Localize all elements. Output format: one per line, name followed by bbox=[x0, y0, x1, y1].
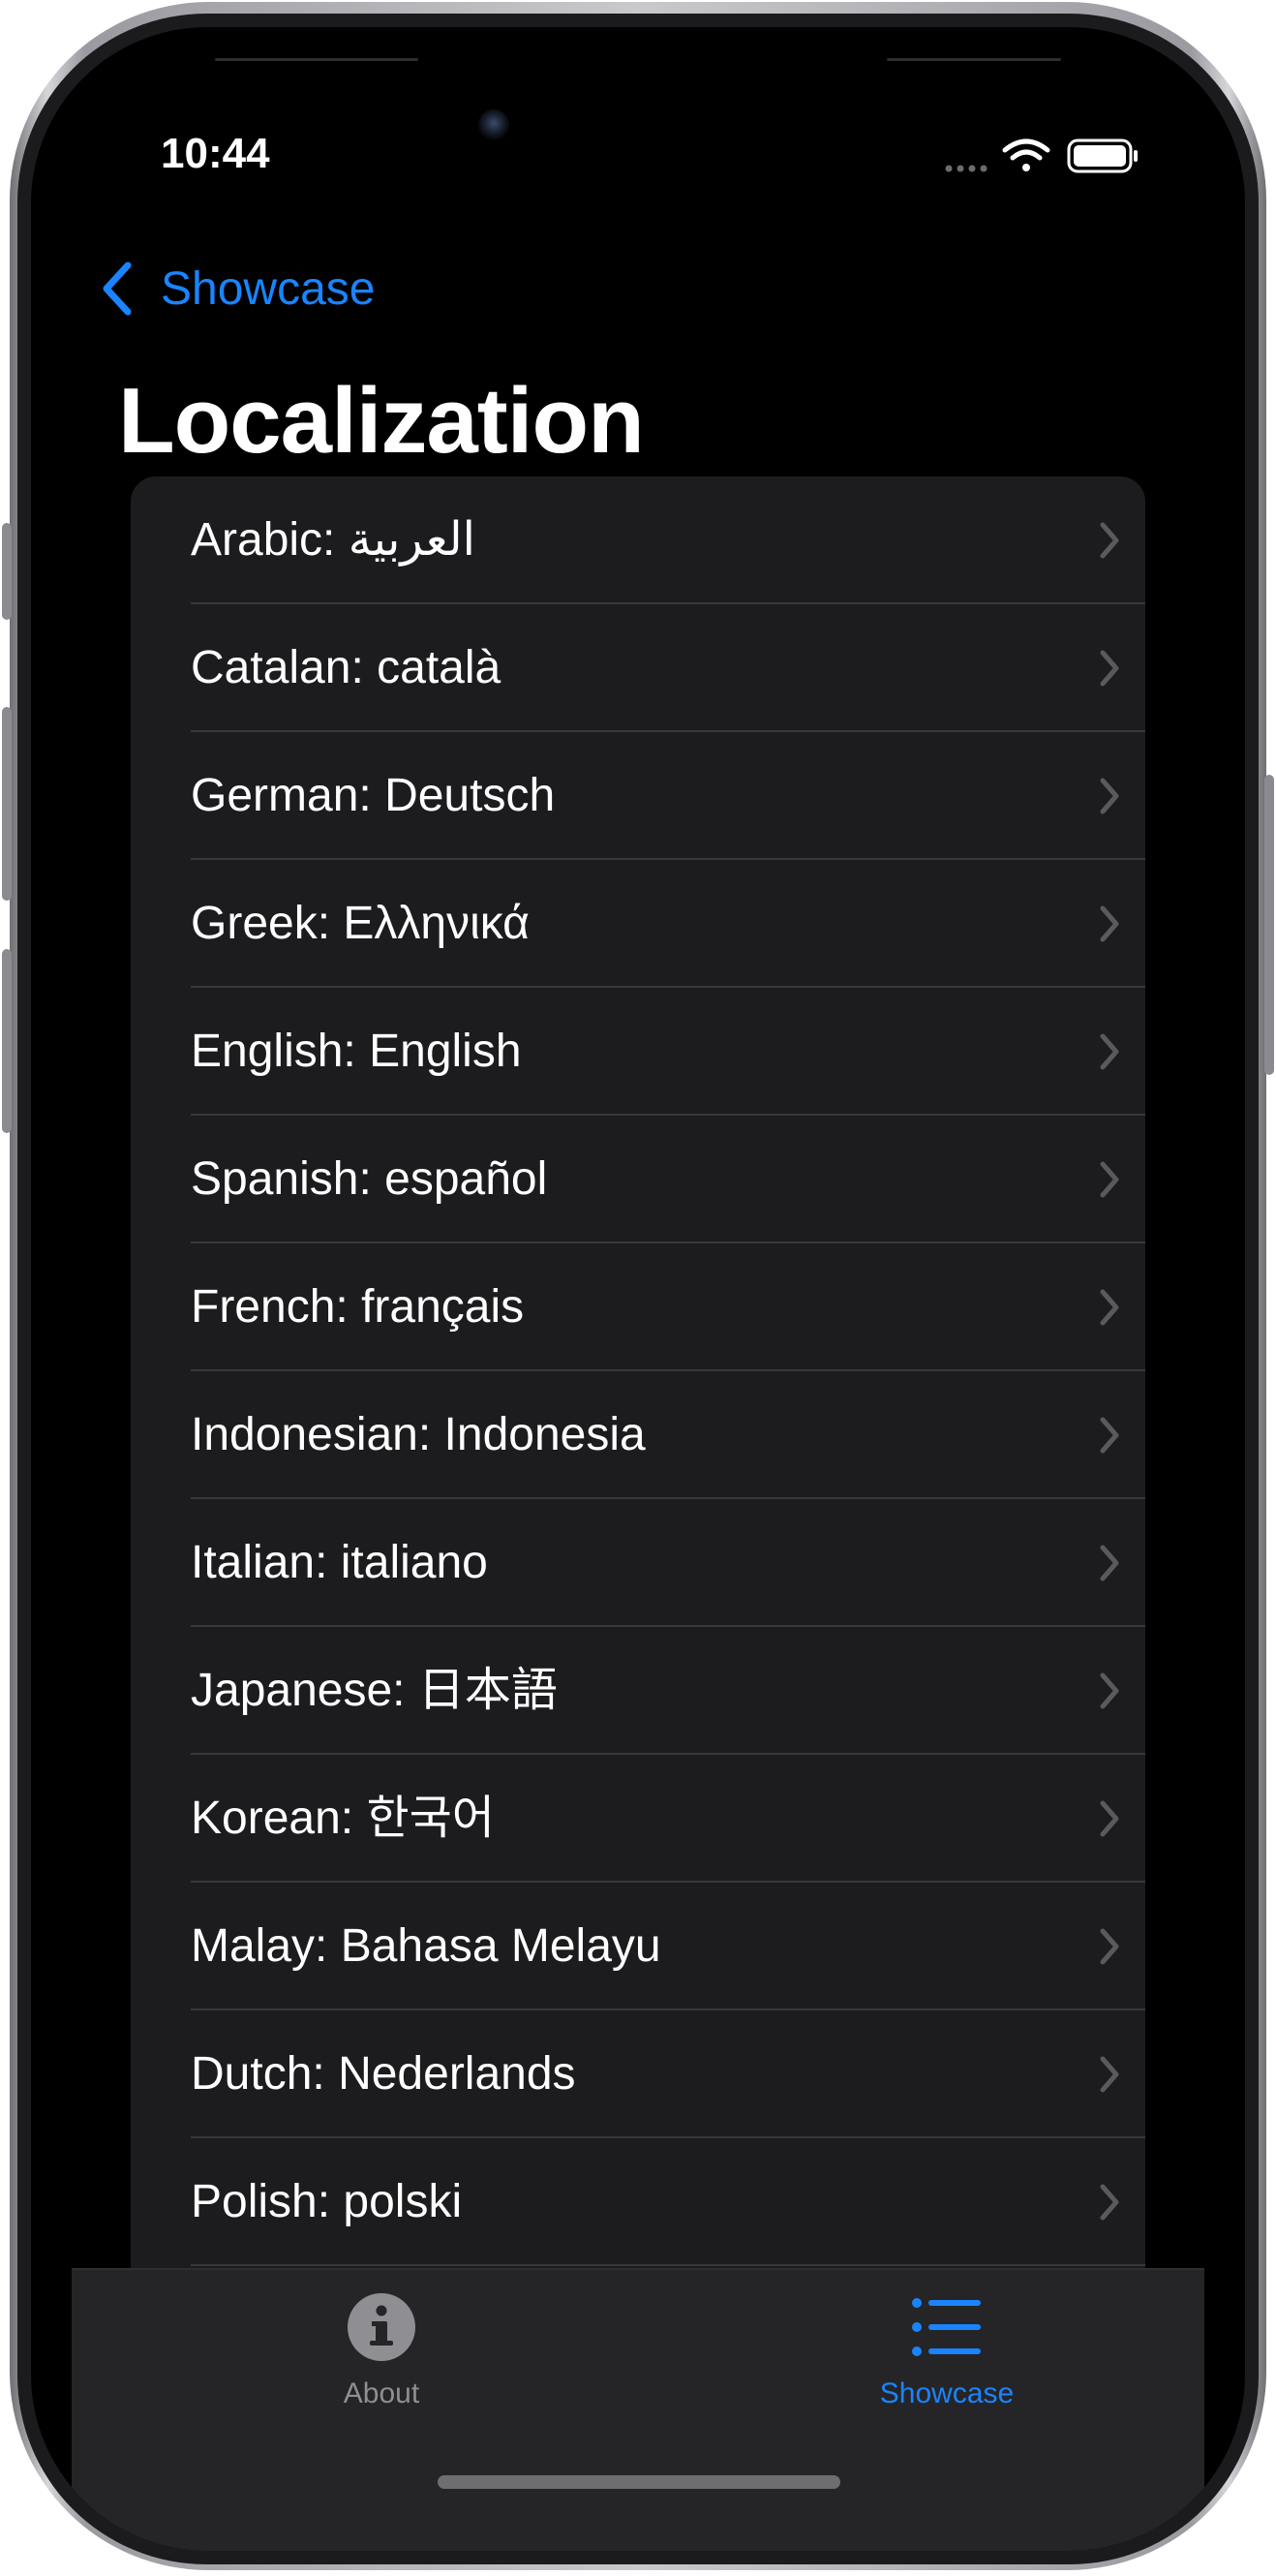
chevron-right-icon bbox=[1100, 1417, 1119, 1454]
back-button-label: Showcase bbox=[161, 262, 376, 315]
power-button bbox=[1264, 775, 1274, 1075]
chevron-right-icon bbox=[1100, 2184, 1119, 2221]
tab-showcase-label: Showcase bbox=[879, 2377, 1015, 2409]
list-item[interactable]: French: français bbox=[131, 1243, 1145, 1371]
list-item-label: Dutch: Nederlands bbox=[191, 2048, 576, 2100]
chevron-right-icon bbox=[1100, 1672, 1119, 1709]
list-icon bbox=[912, 2298, 981, 2356]
list-item-label: Malay: Bahasa Melayu bbox=[191, 1920, 661, 1972]
list-item[interactable]: Indonesian: Indonesia bbox=[131, 1371, 1145, 1499]
list-item[interactable]: Arabic: العربية bbox=[131, 476, 1145, 604]
cellular-signal-icon bbox=[945, 165, 987, 172]
list-item[interactable]: Greek: Ελληνικά bbox=[131, 860, 1145, 988]
page-title: Localization bbox=[118, 369, 645, 473]
chevron-right-icon bbox=[1100, 522, 1119, 559]
list-item[interactable]: Italian: italiano bbox=[131, 1499, 1145, 1627]
list-item-label: Catalan: català bbox=[191, 642, 501, 693]
info-circle-icon bbox=[348, 2293, 415, 2361]
status-time: 10:44 bbox=[161, 130, 270, 177]
list-item[interactable]: Polish: polski bbox=[131, 2138, 1145, 2266]
volume-down-button bbox=[2, 949, 12, 1133]
list-item-label: Arabic: العربية bbox=[191, 514, 475, 566]
battery-icon bbox=[1067, 138, 1138, 173]
screen: 10:44 Showcase Localization Arabic: العر… bbox=[31, 27, 1245, 2551]
tab-showcase[interactable]: Showcase bbox=[802, 2291, 1092, 2456]
speaker-left bbox=[215, 58, 418, 61]
list-item-label: French: français bbox=[191, 1281, 525, 1333]
chevron-right-icon bbox=[1100, 905, 1119, 942]
list-item[interactable]: Spanish: español bbox=[131, 1116, 1145, 1243]
chevron-right-icon bbox=[1100, 2056, 1119, 2093]
action-button bbox=[2, 523, 12, 620]
list-item-label: Indonesian: Indonesia bbox=[191, 1409, 646, 1460]
list-item[interactable]: German: Deutsch bbox=[131, 732, 1145, 860]
row-separator bbox=[191, 2264, 1145, 2266]
list-item-label: Spanish: español bbox=[191, 1153, 548, 1205]
chevron-left-icon bbox=[103, 261, 132, 316]
speaker-right bbox=[887, 58, 1061, 61]
language-list: Arabic: العربية Catalan: català German: … bbox=[131, 476, 1145, 2316]
tab-about-label: About bbox=[343, 2377, 420, 2409]
back-button[interactable]: Showcase bbox=[101, 254, 375, 323]
home-indicator bbox=[438, 2475, 840, 2489]
list-item[interactable]: Dutch: Nederlands bbox=[131, 2010, 1145, 2138]
chevron-right-icon bbox=[1100, 1545, 1119, 1581]
list-item-label: Greek: Ελληνικά bbox=[191, 898, 530, 949]
list-item[interactable]: Korean: 한국어 bbox=[131, 1755, 1145, 1883]
list-item-label: Korean: 한국어 bbox=[191, 1793, 495, 1844]
list-item-label: German: Deutsch bbox=[191, 770, 556, 821]
chevron-right-icon bbox=[1100, 1033, 1119, 1070]
chevron-right-icon bbox=[1100, 1289, 1119, 1326]
chevron-right-icon bbox=[1100, 1161, 1119, 1198]
front-camera bbox=[478, 109, 509, 140]
chevron-right-icon bbox=[1100, 650, 1119, 687]
list-item[interactable]: English: English bbox=[131, 988, 1145, 1116]
tab-bar: About Showcase bbox=[72, 2268, 1204, 2551]
list-item-label: Italian: italiano bbox=[191, 1537, 488, 1588]
chevron-right-icon bbox=[1100, 1928, 1119, 1965]
chevron-right-icon bbox=[1100, 1800, 1119, 1837]
list-item[interactable]: Japanese: 日本語 bbox=[131, 1627, 1145, 1755]
list-item-label: Polish: polski bbox=[191, 2176, 463, 2227]
list-item-label: English: English bbox=[191, 1026, 522, 1077]
status-icons bbox=[945, 138, 1187, 176]
status-icons-svg bbox=[945, 138, 1138, 173]
chevron-right-icon bbox=[1100, 778, 1119, 814]
list-item-label: Japanese: 日本語 bbox=[191, 1665, 558, 1716]
tab-about[interactable]: About bbox=[236, 2291, 527, 2456]
list-item[interactable]: Malay: Bahasa Melayu bbox=[131, 1883, 1145, 2010]
volume-up-button bbox=[2, 707, 12, 901]
wifi-icon bbox=[1002, 138, 1050, 171]
list-item[interactable]: Catalan: català bbox=[131, 604, 1145, 732]
